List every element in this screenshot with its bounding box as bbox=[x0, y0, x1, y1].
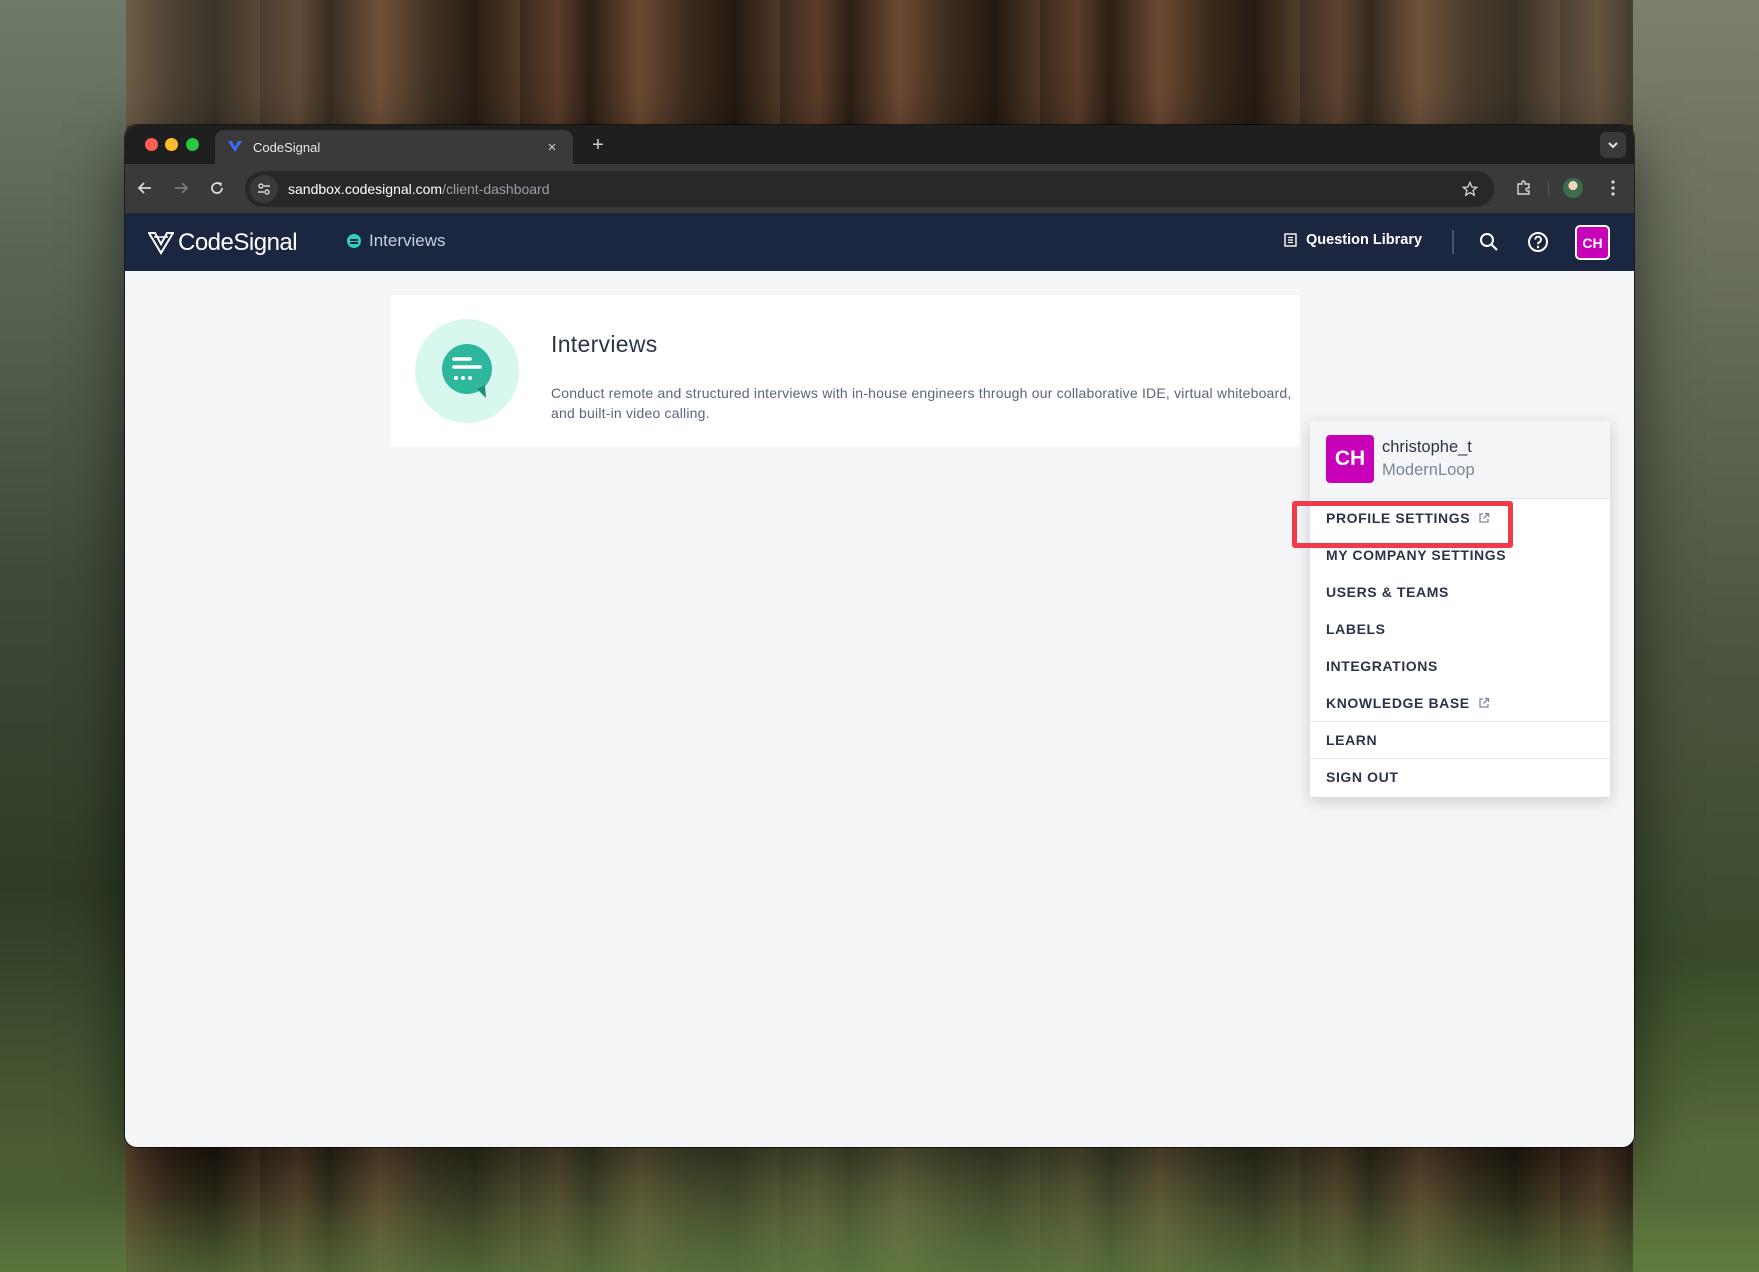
menu-username: christophe_t bbox=[1382, 438, 1472, 456]
menu-item-label: KNOWLEDGE BASE bbox=[1326, 694, 1470, 711]
browser-window: CodeSignal × + sandbox.codesignal.com/cl… bbox=[125, 125, 1634, 1147]
bookmark-button[interactable] bbox=[1456, 175, 1484, 203]
menu-item-knowledge-base[interactable]: KNOWLEDGE BASE bbox=[1310, 684, 1610, 721]
help-circle-icon bbox=[1528, 232, 1548, 252]
header-separator bbox=[1452, 230, 1454, 254]
profile-button[interactable] bbox=[1561, 176, 1585, 200]
background-sky bbox=[0, 0, 1759, 125]
reload-button[interactable] bbox=[205, 176, 229, 200]
toolbar-separator bbox=[1548, 182, 1549, 196]
help-button[interactable] bbox=[1524, 228, 1552, 256]
forward-button[interactable] bbox=[169, 176, 193, 200]
interviews-chat-icon bbox=[347, 234, 361, 248]
browser-menu-button[interactable] bbox=[1601, 176, 1625, 200]
minimize-window-button[interactable] bbox=[165, 138, 178, 151]
kebab-menu-icon bbox=[1611, 180, 1615, 196]
menu-item-sign-out[interactable]: SIGN OUT bbox=[1310, 758, 1610, 795]
chevron-down-icon bbox=[1608, 142, 1618, 149]
browser-toolbar: sandbox.codesignal.com/client-dashboard bbox=[125, 164, 1634, 213]
menu-company: ModernLoop bbox=[1382, 461, 1475, 479]
codesignal-logo-icon bbox=[148, 232, 174, 255]
question-library-label: Question Library bbox=[1306, 232, 1423, 248]
book-icon bbox=[1284, 233, 1297, 247]
user-dropdown-menu: CH christophe_t ModernLoop PROFILE SETTI… bbox=[1310, 421, 1610, 797]
tab-search-button[interactable] bbox=[1600, 132, 1626, 158]
menu-item-learn[interactable]: LEARN bbox=[1310, 721, 1610, 758]
menu-item-label: SIGN OUT bbox=[1326, 769, 1399, 785]
tune-icon bbox=[258, 183, 270, 195]
back-arrow-icon bbox=[137, 182, 151, 194]
nav-interviews-label: Interviews bbox=[369, 231, 446, 250]
menu-item-label: USERS & TEAMS bbox=[1326, 583, 1449, 600]
question-library-link[interactable]: Question Library bbox=[1284, 232, 1422, 248]
close-window-button[interactable] bbox=[145, 138, 158, 151]
background-foliage bbox=[0, 1147, 1759, 1272]
site-settings-button[interactable] bbox=[250, 175, 278, 203]
search-icon bbox=[1480, 233, 1498, 251]
new-tab-button[interactable]: + bbox=[585, 132, 611, 158]
puzzle-icon bbox=[1517, 180, 1530, 195]
menu-item-label: LEARN bbox=[1326, 732, 1378, 748]
menu-item-label: LABELS bbox=[1326, 620, 1386, 637]
codesignal-favicon-icon bbox=[228, 141, 242, 152]
profile-avatar-icon bbox=[1563, 178, 1583, 198]
reload-icon bbox=[211, 182, 223, 194]
url-text[interactable]: sandbox.codesignal.com/client-dashboard bbox=[288, 181, 1456, 197]
external-link-icon bbox=[1479, 697, 1489, 708]
forward-arrow-icon bbox=[175, 182, 189, 194]
app-header: CodeSignal Interviews Question Library C… bbox=[125, 213, 1634, 271]
card-description: Conduct remote and structured interviews… bbox=[551, 385, 1292, 421]
browser-tab[interactable]: CodeSignal × bbox=[215, 130, 573, 164]
tab-title: CodeSignal bbox=[253, 139, 321, 155]
external-link-icon bbox=[1479, 512, 1490, 523]
chat-bubble-icon bbox=[442, 344, 492, 398]
menu-avatar: CH bbox=[1326, 435, 1374, 483]
menu-item-label: INTEGRATIONS bbox=[1326, 657, 1438, 674]
tab-close-icon[interactable]: × bbox=[543, 139, 561, 156]
logo-text: CodeSignal bbox=[178, 229, 298, 256]
nav-interviews[interactable]: Interviews bbox=[347, 231, 446, 251]
extensions-button[interactable] bbox=[1512, 176, 1536, 200]
menu-item-profile-settings[interactable]: PROFILE SETTINGS bbox=[1310, 499, 1610, 536]
interviews-card[interactable]: Interviews Conduct remote and structured… bbox=[391, 295, 1300, 447]
url-host: sandbox.codesignal.com bbox=[288, 181, 443, 197]
menu-item-users-teams[interactable]: USERS & TEAMS bbox=[1310, 573, 1610, 610]
menu-item-company-settings[interactable]: MY COMPANY SETTINGS bbox=[1310, 536, 1610, 573]
back-button[interactable] bbox=[133, 176, 157, 200]
tab-strip: CodeSignal × + bbox=[125, 125, 1634, 164]
main-content: Interviews Conduct remote and structured… bbox=[125, 271, 1634, 1147]
address-bar[interactable]: sandbox.codesignal.com/client-dashboard bbox=[245, 171, 1494, 207]
background-trees-right bbox=[1633, 0, 1759, 1272]
search-button[interactable] bbox=[1475, 228, 1503, 256]
menu-item-label: MY COMPANY SETTINGS bbox=[1326, 546, 1507, 563]
menu-item-integrations[interactable]: INTEGRATIONS bbox=[1310, 647, 1610, 684]
menu-item-label: PROFILE SETTINGS bbox=[1326, 509, 1471, 526]
user-avatar-button[interactable]: CH bbox=[1575, 225, 1610, 260]
card-title: Interviews bbox=[551, 331, 658, 357]
codesignal-logo[interactable]: CodeSignal bbox=[148, 229, 298, 257]
maximize-window-button[interactable] bbox=[186, 138, 199, 151]
interviews-card-icon bbox=[415, 319, 519, 423]
url-path: /client-dashboard bbox=[442, 181, 550, 197]
menu-item-labels[interactable]: LABELS bbox=[1310, 610, 1610, 647]
star-icon bbox=[1462, 181, 1478, 197]
menu-user-header: CH christophe_t ModernLoop bbox=[1310, 421, 1610, 499]
background-trees-left bbox=[0, 0, 126, 1272]
